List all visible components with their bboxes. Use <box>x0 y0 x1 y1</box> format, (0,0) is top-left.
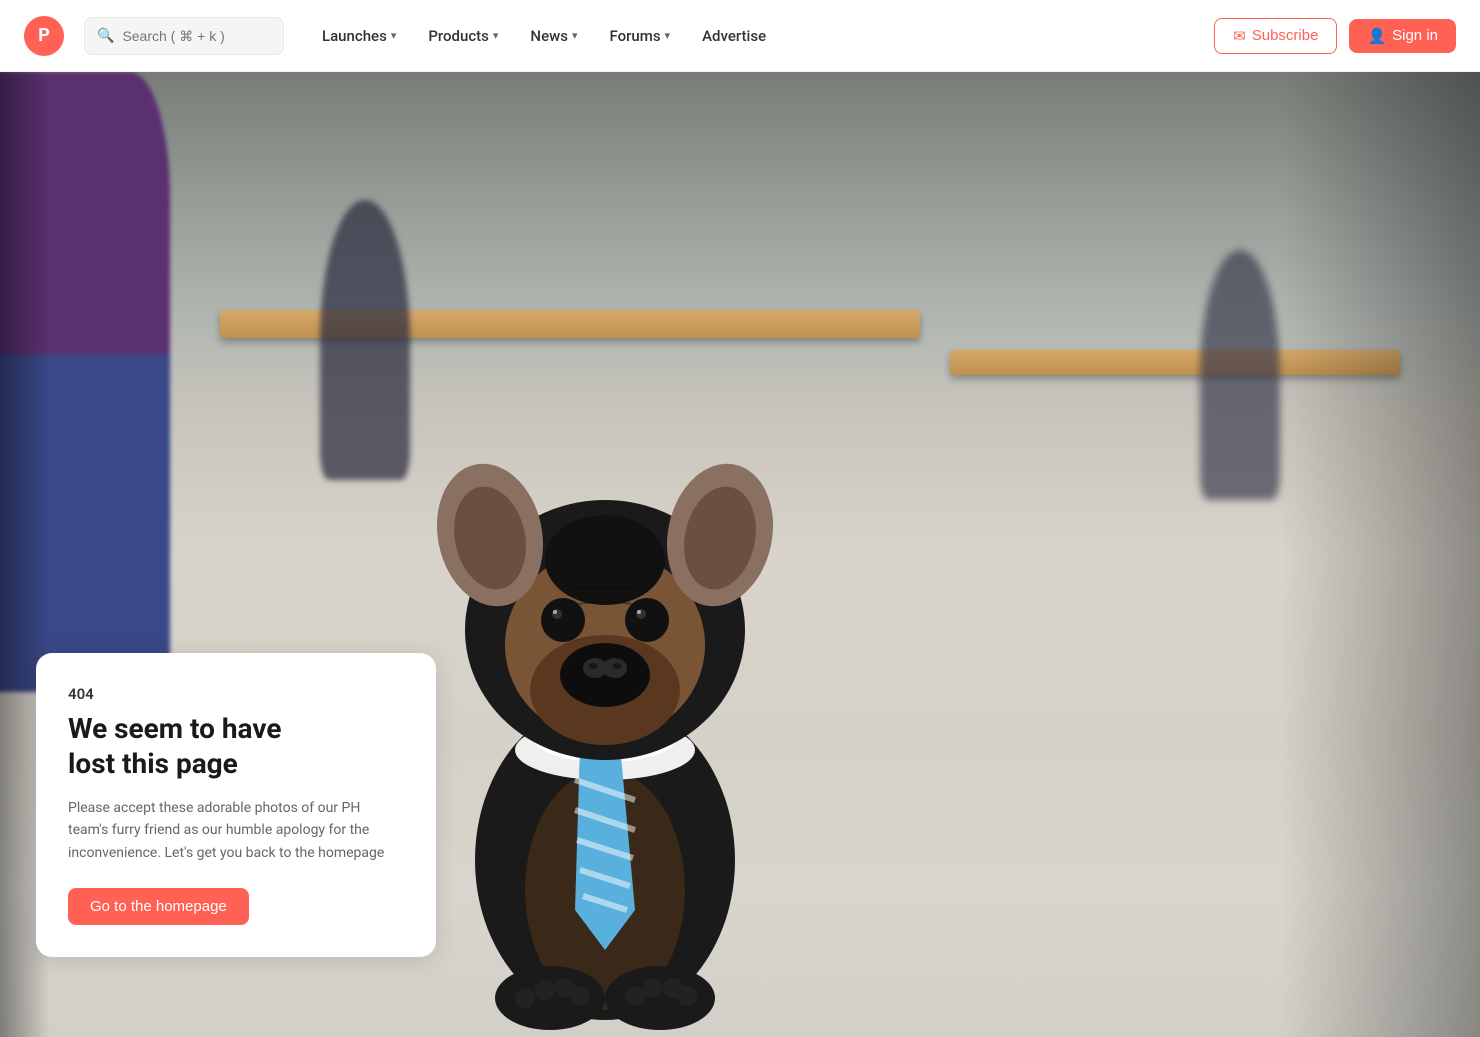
search-icon: 🔍 <box>97 28 114 44</box>
nav-item-news[interactable]: News ▾ <box>516 19 591 53</box>
error-description: Please accept these adorable photos of o… <box>68 797 404 864</box>
chevron-down-icon: ▾ <box>572 29 578 42</box>
error-card: 404 We seem to have lost this page Pleas… <box>36 653 436 957</box>
nav-item-products[interactable]: Products ▾ <box>414 19 512 53</box>
search-bar[interactable]: 🔍 <box>84 17 284 55</box>
logo-icon: P <box>24 16 64 56</box>
nav-actions: ✉ Subscribe 👤 Sign in <box>1214 18 1456 54</box>
signin-button[interactable]: 👤 Sign in <box>1349 19 1456 53</box>
user-icon: 👤 <box>1367 27 1386 45</box>
nav-item-advertise[interactable]: Advertise <box>688 19 780 53</box>
chevron-down-icon: ▾ <box>391 29 397 42</box>
go-to-homepage-button[interactable]: Go to the homepage <box>68 888 249 925</box>
store-table-2 <box>950 350 1400 375</box>
error-code: 404 <box>68 685 404 703</box>
dog-svg <box>395 380 815 1030</box>
nav-item-launches[interactable]: Launches ▾ <box>308 19 410 53</box>
error-title: We seem to have lost this page <box>68 711 404 781</box>
hero-section: 404 We seem to have lost this page Pleas… <box>0 0 1480 1037</box>
logo[interactable]: P <box>24 16 64 56</box>
search-input[interactable] <box>122 28 262 44</box>
person-silhouette-3 <box>1200 250 1280 500</box>
chevron-down-icon: ▾ <box>665 29 671 42</box>
nav-items: Launches ▾ Products ▾ News ▾ Forums ▾ Ad… <box>308 19 1206 53</box>
subscribe-icon: ✉ <box>1233 27 1246 45</box>
nav-item-forums[interactable]: Forums ▾ <box>595 19 684 53</box>
person-silhouette-1 <box>0 72 170 692</box>
chevron-down-icon: ▾ <box>493 29 499 42</box>
navbar: P 🔍 Launches ▾ Products ▾ News ▾ Forums … <box>0 0 1480 72</box>
subscribe-button[interactable]: ✉ Subscribe <box>1214 18 1337 54</box>
